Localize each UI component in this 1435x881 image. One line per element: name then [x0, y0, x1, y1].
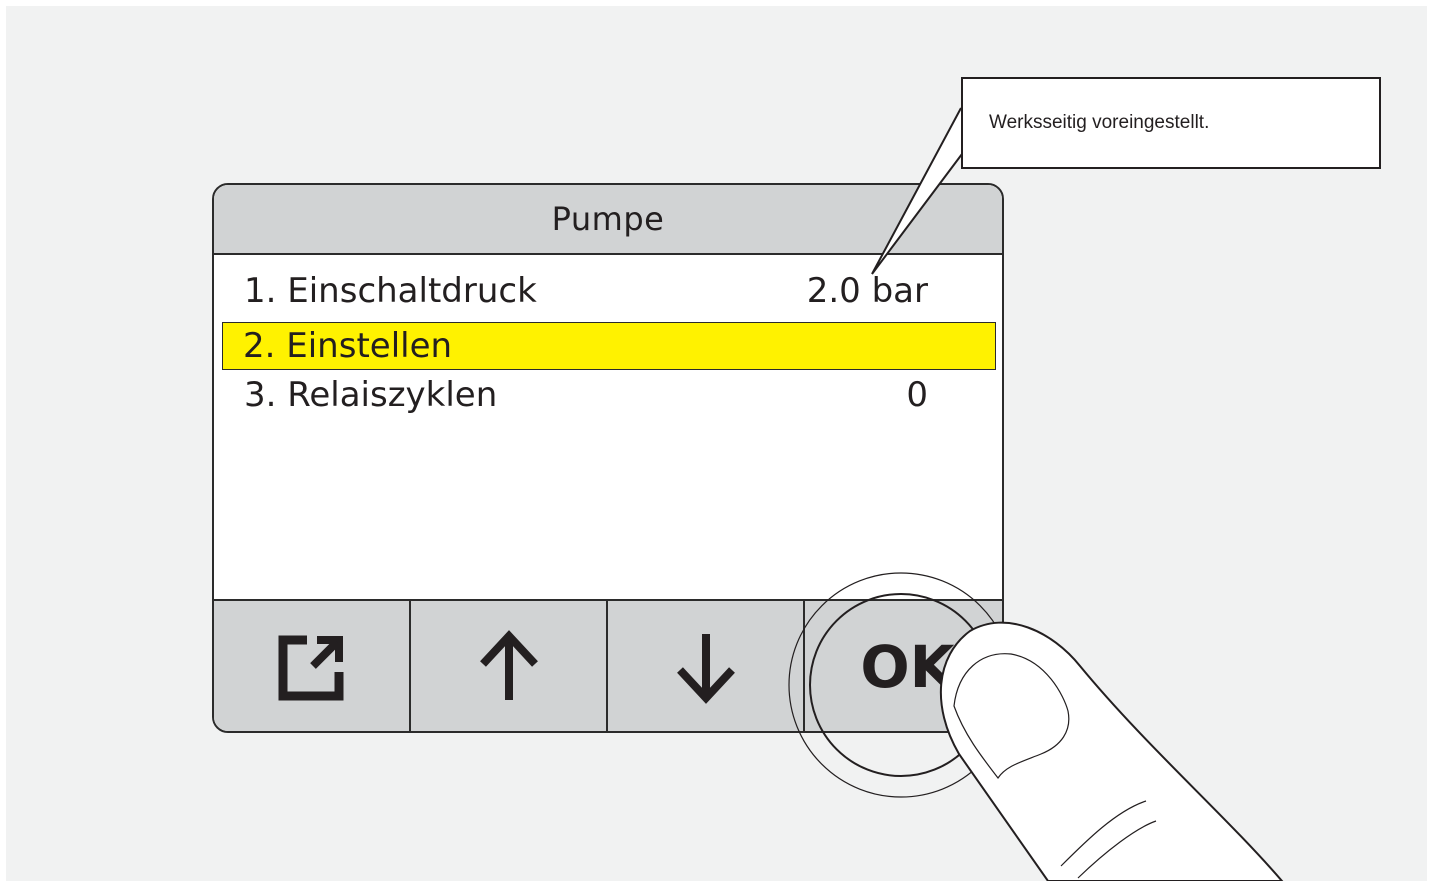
finger-illustration	[939, 621, 1284, 881]
callout-pointer	[871, 107, 969, 275]
callout-text: Werksseitig voreingestellt.	[989, 112, 1210, 133]
callout-box: Werksseitig voreingestellt.	[961, 77, 1381, 169]
illustration-background: Pumpe 1. Einschaltdruck 2.0 bar 2. Einst…	[6, 6, 1427, 881]
